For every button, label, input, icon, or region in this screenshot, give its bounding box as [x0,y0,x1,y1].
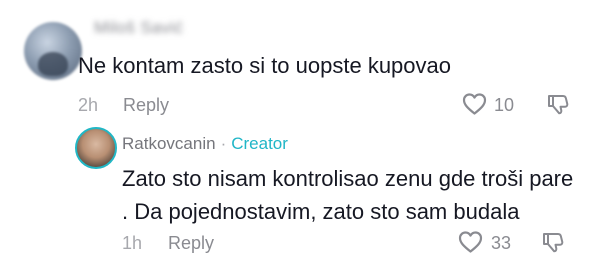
reply-text: Zato sto nisam kontrolisao zenu gde troš… [122,162,592,228]
comment-author[interactable]: Miloš Savić [94,18,183,38]
reply-button[interactable]: Reply [123,95,169,116]
avatar[interactable] [24,22,82,80]
dislike-icon[interactable] [541,230,565,254]
creator-badge: Creator [231,134,288,153]
reply-text-line: . Da pojednostavim, zato sto sam budala [122,199,520,224]
comment-text: Ne kontam zasto si to uopste kupovao [78,53,451,78]
dislike-icon[interactable] [546,92,570,116]
like-count: 10 [494,95,515,115]
reply-time: 1h [122,233,143,253]
like-count: 33 [491,233,512,253]
reply-author-row: Ratkovcanin · Creator [122,134,288,154]
reply-author[interactable]: Ratkovcanin [122,134,216,153]
avatar[interactable] [75,127,117,169]
comment-time: 2h [78,95,99,115]
reply-text-line: Zato sto nisam kontrolisao zenu gde troš… [122,166,574,191]
reply-button[interactable]: Reply [168,233,214,254]
separator-dot: · [220,134,227,153]
heart-outline-icon[interactable] [462,93,487,115]
heart-outline-icon[interactable] [458,231,483,253]
